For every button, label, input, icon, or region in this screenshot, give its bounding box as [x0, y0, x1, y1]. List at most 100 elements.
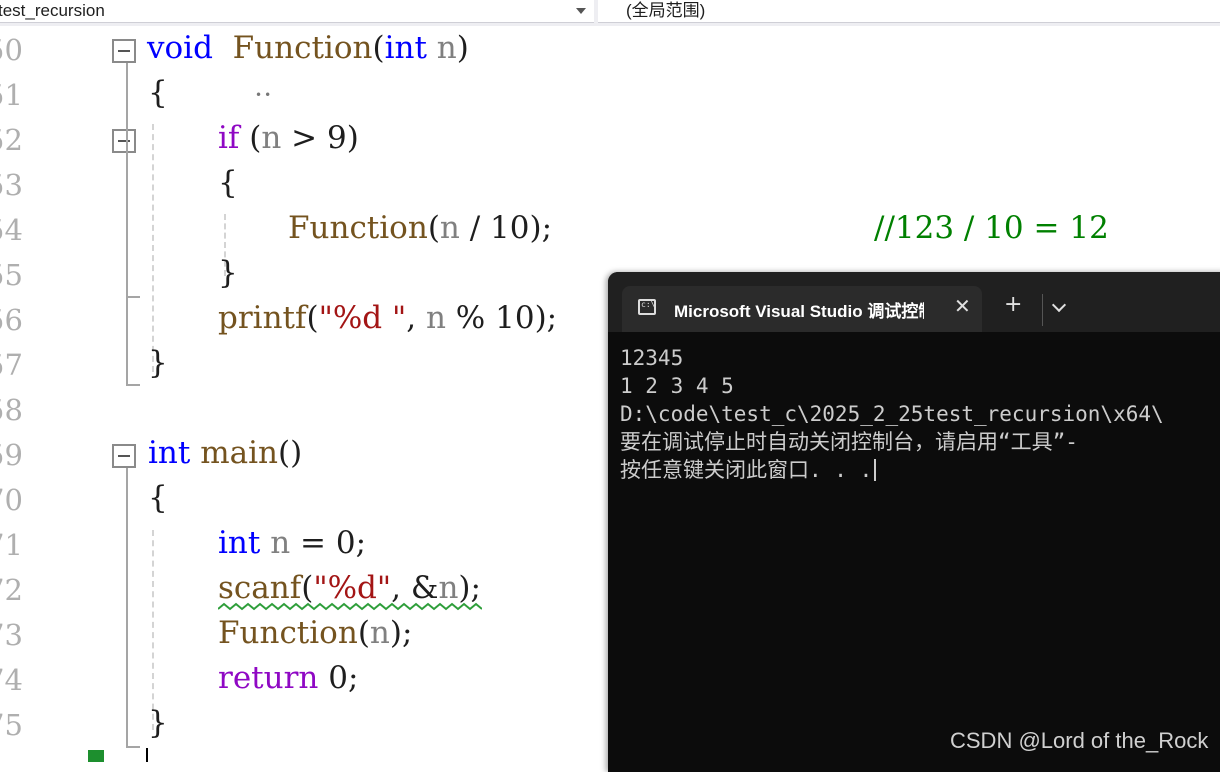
outline-guide — [126, 296, 140, 298]
indent-guide — [152, 530, 154, 730]
code-line-return[interactable]: return 0; — [218, 656, 358, 701]
close-icon[interactable]: ✕ — [954, 294, 971, 318]
punctuation: ( — [239, 120, 262, 156]
navigation-bar: test_recursion (全局范围) — [0, 0, 1220, 26]
line-number: 74 — [0, 663, 23, 697]
punctuation: ( — [357, 615, 370, 651]
line-number: 57 — [0, 348, 23, 382]
outline-guide — [126, 153, 128, 297]
debug-console-window[interactable]: Microsoft Visual Studio 调试控制台 ✕ + 12345 … — [608, 272, 1220, 772]
chevron-down-icon[interactable] — [1051, 297, 1067, 313]
line-number: 51 — [0, 78, 23, 112]
line-number: 56 — [0, 303, 23, 337]
outline-guide — [126, 746, 140, 748]
console-titlebar[interactable]: Microsoft Visual Studio 调试控制台 ✕ + — [608, 272, 1220, 332]
line-number: 70 — [0, 483, 23, 517]
project-dropdown[interactable]: test_recursion — [0, 0, 594, 23]
code-text: = 0; — [290, 525, 367, 561]
code-line-recursive-call[interactable]: Function(n / 10); — [288, 206, 552, 251]
line-number: 72 — [0, 573, 23, 607]
function-name: Function — [288, 210, 428, 246]
keyword: void — [147, 30, 213, 66]
variable: n — [261, 120, 282, 156]
code-line-brace[interactable]: { — [218, 161, 238, 206]
code-line-brace[interactable]: { — [148, 476, 168, 521]
code-line-printf[interactable]: printf("%d ", n % 10); — [218, 296, 557, 341]
variable: n — [270, 525, 291, 561]
punctuation: ( — [306, 300, 319, 336]
quick-action-dots[interactable]: •• — [255, 88, 273, 102]
chevron-down-icon[interactable] — [576, 8, 586, 14]
variable: n — [438, 570, 459, 606]
line-number: 59 — [0, 438, 23, 472]
console-output-line: 1 2 3 4 5 — [620, 374, 734, 398]
punctuation: , — [406, 300, 426, 336]
code-text: 0; — [318, 660, 359, 696]
keyword: int — [384, 30, 427, 66]
line-number: 58 — [0, 393, 23, 427]
keyword: return — [218, 660, 319, 696]
console-output-line: D:\code\test_c\2025_2_25test_recursion\x… — [620, 402, 1164, 426]
console-tab-title: Microsoft Visual Studio 调试控制台 — [674, 302, 924, 321]
code-line-brace[interactable]: } — [148, 701, 168, 746]
change-tracking-marker — [88, 750, 104, 762]
parameter: n — [436, 30, 457, 66]
function-name: Function — [218, 615, 358, 651]
line-number: 53 — [0, 168, 23, 202]
keyword: if — [218, 120, 240, 156]
string-literal: "%d " — [318, 300, 407, 336]
line-number: 54 — [0, 213, 23, 247]
code-text: ); — [458, 570, 481, 606]
function-name: main — [200, 435, 278, 471]
line-number: 73 — [0, 618, 23, 652]
console-tab[interactable]: Microsoft Visual Studio 调试控制台 ✕ — [622, 286, 982, 332]
line-number: 50 — [0, 33, 23, 67]
scope-dropdown[interactable]: (全局范围) — [598, 0, 1220, 23]
outline-guide — [126, 468, 128, 748]
code-text: ); — [389, 615, 413, 651]
code-line-brace[interactable]: } — [148, 341, 168, 386]
punctuation: ) — [456, 30, 469, 66]
console-output-line: 要在调试停止时自动关闭控制台，请启用“工具”- — [620, 430, 1078, 454]
function-name: printf — [218, 300, 307, 336]
line-number: 52 — [0, 123, 23, 157]
code-line-call[interactable]: Function(n); — [218, 611, 412, 656]
collapse-function-button[interactable] — [112, 39, 136, 63]
function-name: scanf — [218, 570, 302, 606]
punctuation: , & — [391, 570, 439, 606]
code-line-declaration[interactable]: int n = 0; — [218, 521, 366, 566]
code-text: > 9) — [281, 120, 359, 156]
outline-guide — [126, 384, 140, 386]
code-line-brace[interactable]: { — [148, 71, 168, 116]
string-literal: "%d" — [313, 570, 392, 606]
indent-guide — [152, 124, 154, 372]
console-output-line: 12345 — [620, 346, 684, 370]
line-number: 75 — [0, 708, 23, 742]
scope-dropdown-label: (全局范围) — [626, 1, 706, 20]
code-line-main-signature[interactable]: int main() — [148, 431, 302, 476]
keyword: int — [218, 525, 261, 561]
punctuation: () — [277, 435, 303, 471]
punctuation: ( — [372, 30, 385, 66]
variable: n — [439, 210, 460, 246]
collapse-main-button[interactable] — [112, 444, 136, 468]
code-line-if[interactable]: if (n > 9) — [218, 116, 359, 161]
project-dropdown-label: test_recursion — [0, 1, 105, 20]
punctuation: ( — [427, 210, 440, 246]
code-line-function-signature[interactable]: void Function(int n) — [147, 26, 469, 71]
collapse-if-button[interactable] — [112, 129, 136, 153]
text-cursor — [146, 748, 148, 762]
code-text: % 10); — [445, 300, 558, 336]
terminal-icon — [638, 299, 656, 315]
punctuation: ( — [301, 570, 314, 606]
divider — [1042, 294, 1043, 326]
console-cursor — [874, 459, 877, 481]
code-comment: //123 / 10 = 12 — [874, 210, 1109, 246]
console-prompt-text: 按任意键关闭此窗口. . . — [620, 458, 873, 482]
watermark: CSDN @Lord of the_Rock — [950, 728, 1209, 753]
function-name: Function — [232, 30, 373, 66]
variable: n — [369, 615, 390, 651]
new-tab-button[interactable]: + — [1004, 292, 1022, 317]
code-text: / 10); — [459, 210, 553, 246]
code-line-brace[interactable]: } — [218, 251, 238, 296]
